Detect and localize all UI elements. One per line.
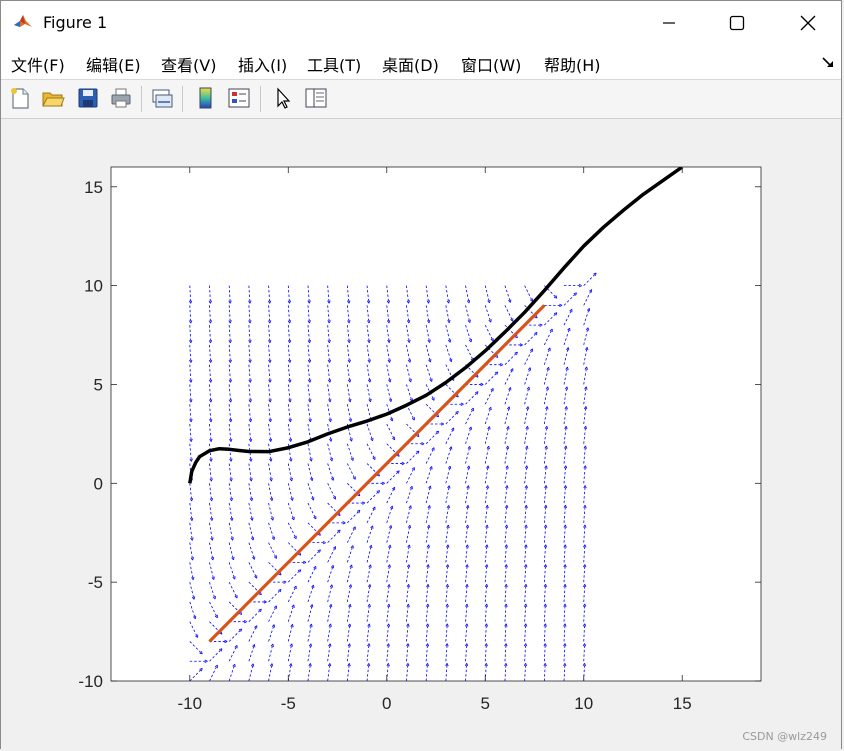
- y-tick-label: -10: [78, 672, 103, 691]
- menu-view[interactable]: 查看(V): [161, 52, 216, 76]
- print-icon: [111, 88, 131, 108]
- figure-canvas[interactable]: -10 -5 0 5 10 15 -10 -5 0 5 10 15 CSDN @wlz249: [1, 119, 841, 749]
- legend-button[interactable]: [225, 84, 253, 112]
- dock-arrow-icon[interactable]: [821, 55, 835, 69]
- x-tick-label: 5: [481, 694, 490, 713]
- y-tick-label: 0: [94, 474, 103, 493]
- maximize-icon: [729, 15, 745, 31]
- menu-insert[interactable]: 插入(I): [238, 52, 287, 76]
- menu-desktop[interactable]: 桌面(D): [382, 52, 439, 76]
- title-bar[interactable]: Figure 1: [1, 1, 841, 45]
- tool-bar: [1, 80, 841, 119]
- select-pointer-icon: [277, 87, 291, 109]
- plot-axes[interactable]: -10 -5 0 5 10 15 -10 -5 0 5 10 15: [1, 119, 841, 749]
- menu-bar: 文件(F) 编辑(E) 查看(V) 插入(I) 工具(T) 桌面(D) 窗口(W…: [1, 45, 841, 80]
- matlab-icon: [14, 15, 32, 27]
- select-pointer-button[interactable]: [269, 84, 297, 112]
- menu-file[interactable]: 文件(F): [11, 52, 65, 76]
- colorbar-icon: [199, 87, 212, 109]
- save-icon: [78, 88, 98, 108]
- toolbar-separator: [260, 86, 261, 112]
- legend-icon: [228, 88, 250, 108]
- link-plot-button[interactable]: [148, 84, 176, 112]
- close-icon: [800, 15, 816, 31]
- x-tick-label: 0: [382, 694, 391, 713]
- menu-help[interactable]: 帮助(H): [544, 52, 601, 76]
- figure-window: Figure 1 文件(F) 编辑(E) 查看(V) 插入(I) 工具(T) 桌…: [0, 0, 842, 749]
- maximize-button[interactable]: [714, 1, 760, 45]
- minimize-button[interactable]: [646, 1, 692, 45]
- y-tick-label: 5: [94, 375, 103, 394]
- property-inspector-button[interactable]: [302, 84, 330, 112]
- new-figure-icon: [11, 88, 29, 109]
- y-tick-label: 15: [84, 178, 103, 197]
- menu-tools[interactable]: 工具(T): [307, 52, 361, 76]
- menu-window[interactable]: 窗口(W): [461, 52, 521, 76]
- y-tick-label: -5: [88, 573, 103, 592]
- x-tick-label: 15: [673, 694, 692, 713]
- x-tick-label: -5: [281, 694, 296, 713]
- watermark: CSDN @wlz249: [742, 730, 827, 743]
- toolbar-separator: [141, 86, 142, 112]
- print-button[interactable]: [107, 84, 135, 112]
- minimize-icon: [663, 22, 675, 24]
- open-file-button[interactable]: [39, 84, 67, 112]
- close-button[interactable]: [785, 1, 831, 45]
- new-figure-button[interactable]: [6, 84, 34, 112]
- save-button[interactable]: [74, 84, 102, 112]
- toolbar-separator: [182, 86, 183, 112]
- x-tick-label: -10: [177, 694, 202, 713]
- colorbar-button[interactable]: [192, 84, 220, 112]
- open-file-icon: [42, 92, 65, 107]
- x-tick-label: 10: [574, 694, 593, 713]
- window-title: Figure 1: [43, 13, 108, 32]
- property-inspector-icon: [305, 88, 327, 108]
- y-tick-label: 10: [84, 277, 103, 296]
- menu-edit[interactable]: 编辑(E): [86, 52, 141, 76]
- link-plot-icon: [152, 89, 173, 108]
